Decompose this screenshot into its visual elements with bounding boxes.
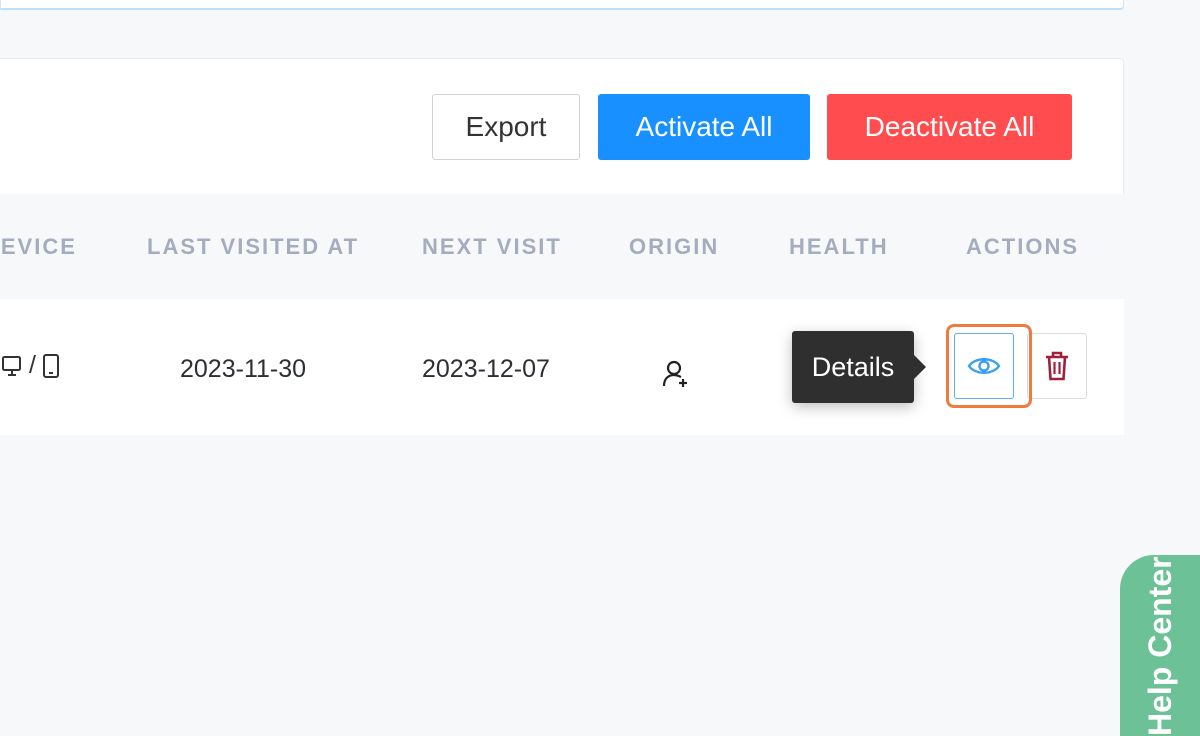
trash-icon (1046, 351, 1068, 381)
last-visited-at-cell: 2023-11-30 (180, 355, 307, 383)
column-header-actions: ACTIONS (966, 234, 1079, 259)
monitor-icon (2, 355, 21, 376)
table-header: DEVICE LAST VISITED AT NEXT VISIT ORIGIN… (0, 194, 1124, 299)
help-center-label-clip: Help Center (1120, 555, 1200, 736)
delete-button[interactable] (1027, 333, 1087, 399)
table-row: / 2023-11-30 2023-12-07 Details (0, 299, 1124, 435)
next-visit-cell: 2023-12-07 (422, 355, 550, 383)
column-header-health[interactable]: HEALTH (789, 234, 889, 260)
column-header-next-visit[interactable]: NEXT VISIT (422, 234, 562, 260)
export-button[interactable]: Export (432, 94, 580, 160)
column-header-origin[interactable]: ORIGIN (629, 234, 719, 260)
deactivate-all-button[interactable]: Deactivate All (827, 94, 1072, 160)
top-panel (0, 0, 1124, 10)
focus-highlight (946, 324, 1032, 408)
column-header-device[interactable]: DEVICE (0, 234, 77, 260)
mobile-icon (42, 353, 59, 378)
user-add-icon (662, 360, 687, 387)
activate-all-button[interactable]: Activate All (598, 94, 810, 160)
details-tooltip: Details (792, 331, 926, 403)
device-cell: / (1, 351, 60, 380)
help-center-label[interactable]: Help Center (1142, 556, 1179, 736)
devices-card: Export Activate All Deactivate All DEVIC… (0, 58, 1124, 435)
device-separator: / (29, 351, 36, 379)
column-header-last-visited-at[interactable]: LAST VISITED AT (147, 234, 359, 260)
